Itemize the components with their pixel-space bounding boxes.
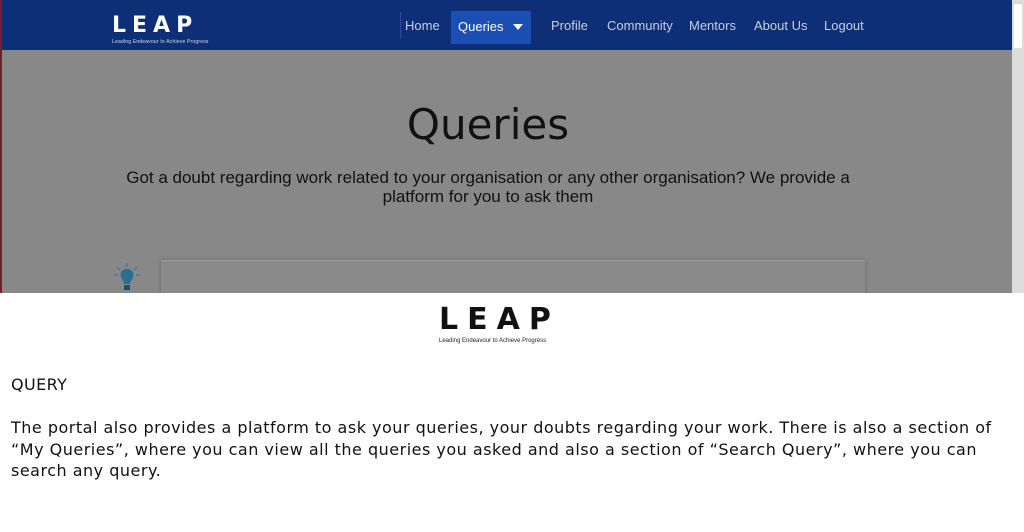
nav-mentors[interactable]: Mentors xyxy=(689,18,736,33)
nav-logout[interactable]: Logout xyxy=(824,18,864,33)
leap-logo[interactable]: LEAP Leading Endeavour to Achieve Progre… xyxy=(112,13,209,46)
nav-queries-label: Queries xyxy=(458,19,504,34)
scrollbar-thumb[interactable] xyxy=(1014,4,1022,48)
section-body: The portal also provides a platform to a… xyxy=(11,418,992,480)
page-title: Queries xyxy=(406,100,570,149)
nav-profile[interactable]: Profile xyxy=(551,18,588,33)
nav-about-us[interactable]: About Us xyxy=(754,18,807,33)
logo-wordmark-large: LEAP xyxy=(439,302,560,337)
nav-divider xyxy=(400,12,401,38)
app-screenshot: LEAP Leading Endeavour to Achieve Progre… xyxy=(0,0,1024,293)
nav-community[interactable]: Community xyxy=(607,18,673,33)
top-navbar: LEAP Leading Endeavour to Achieve Progre… xyxy=(0,0,1024,50)
lightbulb-icon xyxy=(112,262,142,292)
scrollbar-track[interactable] xyxy=(1012,0,1024,293)
logo-tagline: Leading Endeavour to Achieve Progress xyxy=(112,39,209,45)
logo-wordmark: LEAP xyxy=(112,13,199,38)
nav-queries-dropdown[interactable]: Queries xyxy=(451,11,531,44)
query-card xyxy=(161,260,865,293)
logo-tagline-large: Leading Endeavour to Achieve Progress xyxy=(439,338,547,344)
chevron-down-icon xyxy=(513,24,523,30)
nav-home[interactable]: Home xyxy=(405,18,440,33)
leap-logo-large: LEAP Leading Endeavour to Achieve Progre… xyxy=(439,304,559,348)
page-subtitle: Got a doubt regarding work related to yo… xyxy=(126,168,850,206)
section-heading: QUERY xyxy=(11,375,68,394)
